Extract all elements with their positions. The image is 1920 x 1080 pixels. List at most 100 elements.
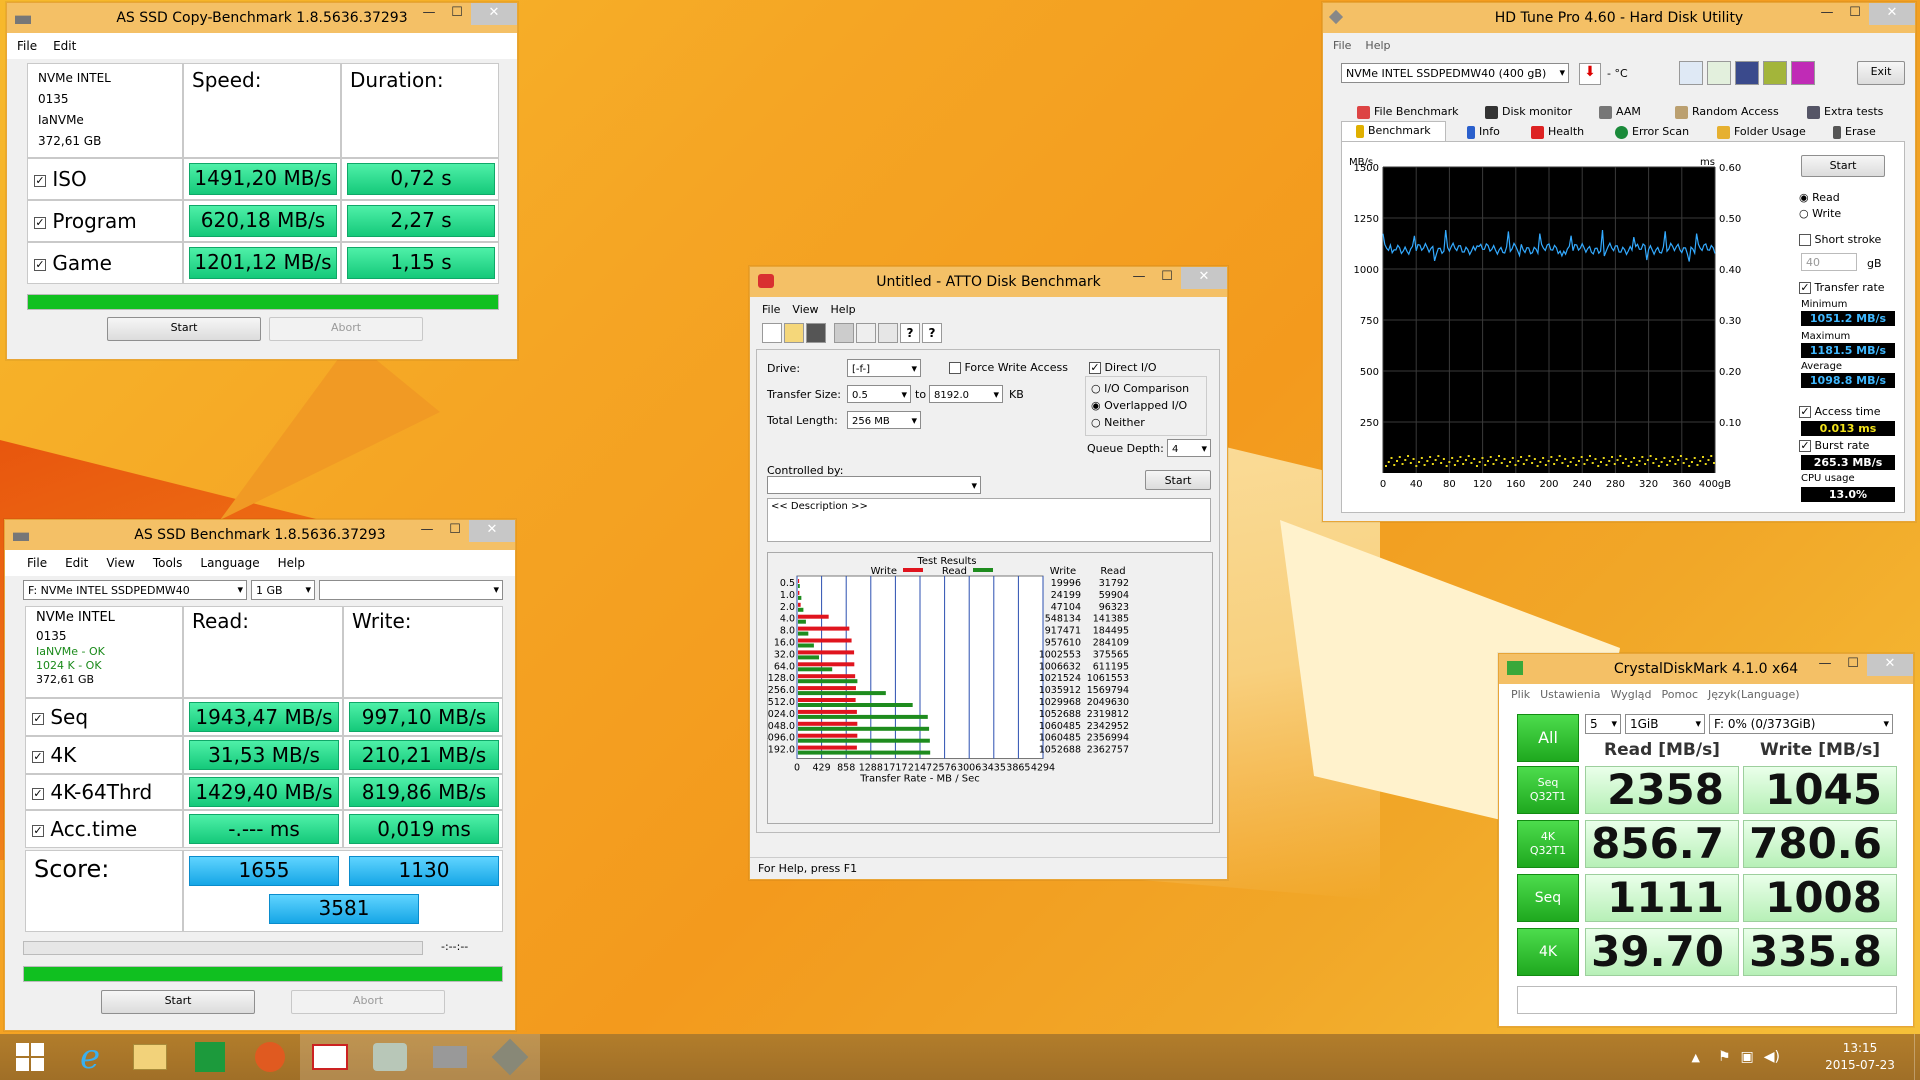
start-button[interactable]: Start — [1145, 470, 1211, 490]
options-icon[interactable] — [1763, 61, 1787, 85]
all-button[interactable]: All — [1517, 714, 1579, 762]
menu-file[interactable]: File — [17, 39, 37, 53]
checkbox-iso[interactable]: ✓ — [34, 174, 46, 187]
maximize-icon[interactable]: ☐ — [441, 520, 469, 542]
transfer-rate-checkbox[interactable]: ✓ Transfer rate — [1799, 281, 1885, 294]
checkbox-seq[interactable]: ✓ — [32, 712, 44, 725]
tab-benchmark[interactable]: Benchmark — [1341, 121, 1446, 143]
copy-icon[interactable] — [1679, 61, 1703, 85]
exit-button[interactable]: Exit — [1857, 61, 1905, 85]
close-icon[interactable]: ✕ — [1181, 267, 1227, 289]
clock[interactable]: 13:15 2015-07-23 — [1820, 1040, 1900, 1074]
save-icon[interactable] — [806, 323, 826, 343]
tab-health[interactable]: Health — [1531, 124, 1584, 140]
tab-folder-usage[interactable]: Folder Usage — [1717, 124, 1806, 140]
open-icon[interactable] — [784, 323, 804, 343]
total-length-select[interactable]: 256 MB — [847, 411, 921, 429]
queue-depth-select[interactable]: 4 — [1167, 439, 1211, 457]
menu-edit[interactable]: Edit — [53, 39, 76, 53]
menu-ustawienia[interactable]: Ustawienia — [1540, 688, 1600, 701]
start-button[interactable]: Start — [101, 990, 255, 1014]
overlapped-io-radio[interactable]: ◉ Overlapped I/O — [1091, 399, 1187, 412]
minimize-icon[interactable]: — — [413, 520, 441, 542]
network-icon[interactable]: ▣ — [1741, 1049, 1754, 1065]
stroke-input[interactable]: 40 — [1801, 253, 1857, 271]
drive-select[interactable]: F: 0% (0/373GiB) — [1709, 714, 1893, 734]
menu-file[interactable]: File — [762, 303, 780, 316]
4k-button[interactable]: 4K — [1517, 928, 1579, 976]
abort-button[interactable]: Abort — [269, 317, 423, 341]
tab-file-benchmark[interactable]: File Benchmark — [1357, 104, 1459, 120]
minimize-icon[interactable]: — — [1125, 267, 1153, 289]
title-bar[interactable]: AS SSD Benchmark 1.8.5636.37293 — ☐ ✕ — [5, 520, 515, 550]
close-icon[interactable]: ✕ — [469, 520, 515, 542]
checkbox-program[interactable]: ✓ — [34, 216, 46, 229]
close-icon[interactable]: ✕ — [1867, 654, 1913, 676]
seq-button[interactable]: Seq — [1517, 874, 1579, 922]
flag-icon[interactable]: ⚑ — [1718, 1049, 1731, 1065]
transfer-to-select[interactable]: 8192.0 — [929, 385, 1003, 403]
start-button[interactable]: Start — [1801, 155, 1885, 177]
menu-file[interactable]: File — [1333, 39, 1351, 52]
maximize-icon[interactable]: ☐ — [1153, 267, 1181, 289]
abort-button[interactable]: Abort — [291, 990, 445, 1014]
start-button[interactable]: Start — [107, 317, 261, 341]
menu-language[interactable]: Language — [200, 556, 259, 570]
checkbox-acctime[interactable]: ✓ — [32, 824, 44, 837]
new-icon[interactable] — [762, 323, 782, 343]
minimize-icon[interactable]: — — [1813, 3, 1841, 25]
minimize-icon[interactable]: — — [415, 3, 443, 25]
menu-tools[interactable]: Tools — [153, 556, 183, 570]
access-time-checkbox[interactable]: ✓ Access time — [1799, 405, 1881, 418]
menu-pomoc[interactable]: Pomoc — [1662, 688, 1698, 701]
tab-erase[interactable]: Erase — [1833, 124, 1876, 140]
internet-explorer-icon[interactable]: e — [60, 1034, 120, 1080]
controlled-by-select[interactable] — [767, 476, 981, 494]
4k-q32t1-button[interactable]: 4K Q32T1 — [1517, 820, 1579, 868]
menu-help[interactable]: Help — [278, 556, 305, 570]
tab-aam[interactable]: AAM — [1599, 104, 1641, 120]
description-box[interactable]: << Description >> — [767, 498, 1211, 542]
title-bar[interactable]: HD Tune Pro 4.60 - Hard Disk Utility — ☐ ✕ — [1323, 3, 1915, 33]
menu-help[interactable]: Help — [831, 303, 856, 316]
hdtune-taskbar-icon[interactable] — [480, 1034, 540, 1080]
maximize-icon[interactable]: ☐ — [1839, 654, 1867, 676]
title-bar[interactable]: AS SSD Copy-Benchmark 1.8.5636.37293 — ☐ ✕ — [7, 3, 517, 33]
store-icon[interactable] — [180, 1034, 240, 1080]
context-help-icon[interactable]: ? — [922, 323, 942, 343]
checkbox-4k64[interactable]: ✓ — [32, 787, 44, 800]
download-icon[interactable] — [1791, 61, 1815, 85]
show-hidden-icons-icon[interactable]: ▲ — [1692, 1051, 1700, 1064]
save-icon[interactable] — [1735, 61, 1759, 85]
menu-file[interactable]: File — [27, 556, 47, 570]
size-select[interactable]: 1 GB — [251, 580, 315, 600]
menu-view[interactable]: View — [792, 303, 818, 316]
count-select[interactable]: 5 — [1585, 714, 1621, 734]
disk-taskbar-icon[interactable] — [360, 1034, 420, 1080]
help-icon[interactable]: ? — [900, 323, 920, 343]
close-icon[interactable]: ✕ — [1869, 3, 1915, 25]
menu-view[interactable]: View — [106, 556, 134, 570]
minimize-icon[interactable]: — — [1811, 654, 1839, 676]
drive-select[interactable]: [-f-] — [847, 359, 921, 377]
read-radio[interactable]: ◉ Read — [1799, 191, 1840, 204]
title-bar[interactable]: CrystalDiskMark 4.1.0 x64 — ☐ ✕ — [1499, 654, 1913, 684]
tab-extra-tests[interactable]: Extra tests — [1807, 104, 1883, 120]
title-bar[interactable]: Untitled - ATTO Disk Benchmark — ☐ ✕ — [750, 267, 1227, 297]
menu-plik[interactable]: Plik — [1511, 688, 1530, 701]
force-write-checkbox[interactable]: Force Write Access — [949, 361, 1068, 374]
show-desktop-button[interactable] — [1914, 1034, 1920, 1080]
neither-radio[interactable]: ○ Neither — [1091, 416, 1145, 429]
menu-wyglad[interactable]: Wygląd — [1611, 688, 1652, 701]
menu-edit[interactable]: Edit — [65, 556, 88, 570]
burst-rate-checkbox[interactable]: ✓ Burst rate — [1799, 439, 1869, 452]
drive-select[interactable]: F: NVMe INTEL SSDPEDMW40 — [23, 580, 247, 600]
tab-disk-monitor[interactable]: Disk monitor — [1485, 104, 1572, 120]
transfer-from-select[interactable]: 0.5 — [847, 385, 911, 403]
print-icon[interactable] — [834, 323, 854, 343]
tab-error-scan[interactable]: Error Scan — [1615, 124, 1689, 140]
preview-icon[interactable] — [856, 323, 876, 343]
blank-field[interactable] — [319, 580, 503, 600]
checkbox-game[interactable]: ✓ — [34, 258, 46, 271]
tab-info[interactable]: Info — [1467, 124, 1500, 140]
